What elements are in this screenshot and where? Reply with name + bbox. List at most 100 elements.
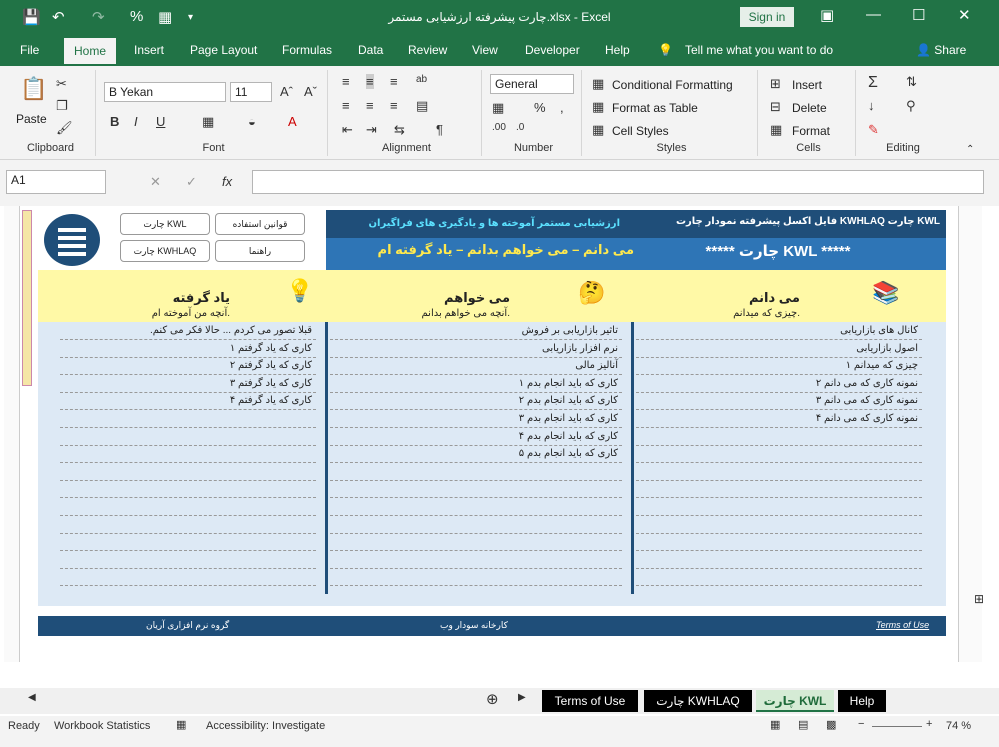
align-center-icon[interactable]: ≡ bbox=[366, 98, 374, 113]
insert-cells-icon[interactable]: ⊞ bbox=[770, 76, 781, 92]
tab-help[interactable]: Help bbox=[605, 43, 630, 57]
zoom-level[interactable]: 74 % bbox=[946, 720, 971, 732]
tab-home[interactable]: Home bbox=[64, 38, 117, 66]
learn-cell[interactable]: کاری که یاد گرفتم ۴ bbox=[60, 395, 312, 406]
learn-cell[interactable]: قبلا تصور می کردم ... حالا فکر می کنم. bbox=[60, 325, 312, 336]
sheet-tab-terms[interactable]: Terms of Use bbox=[542, 690, 638, 712]
tab-page-layout[interactable]: Page Layout bbox=[190, 43, 257, 57]
sort-filter-icon[interactable]: ⇅ bbox=[906, 74, 917, 90]
align-bottom-icon[interactable]: ≡ bbox=[390, 74, 398, 89]
share-button[interactable]: 👤 Share bbox=[916, 43, 966, 57]
sheet-tab-kwl[interactable]: چارت KWL bbox=[756, 690, 834, 712]
font-color-icon[interactable]: A bbox=[288, 114, 297, 129]
tab-review[interactable]: Review bbox=[408, 43, 447, 57]
font-name-select[interactable]: B Yekan bbox=[104, 82, 226, 102]
increase-decimal-icon[interactable]: .00 bbox=[492, 122, 506, 133]
left-scrollbar[interactable] bbox=[4, 206, 20, 662]
footer-terms-link[interactable]: Terms of Use bbox=[876, 620, 929, 630]
want-cell[interactable]: کاری که باید انجام بدم ۲ bbox=[330, 395, 618, 406]
decrease-decimal-icon[interactable]: .0 bbox=[516, 122, 524, 133]
know-cell[interactable]: کانال های بازاریابی bbox=[636, 325, 918, 336]
formula-input[interactable] bbox=[252, 170, 984, 194]
tab-view[interactable]: View bbox=[472, 43, 498, 57]
minimize-icon[interactable]: — bbox=[866, 6, 881, 23]
copy-icon[interactable]: ❐ bbox=[56, 98, 68, 114]
merge-icon[interactable]: ▤ bbox=[416, 98, 428, 114]
rules-button[interactable]: قوانین استفاده bbox=[215, 213, 305, 235]
cut-icon[interactable]: ✂ bbox=[56, 76, 67, 92]
know-cell[interactable]: نمونه کاری که می دانم ۲ bbox=[636, 378, 918, 389]
want-cell[interactable]: کاری که باید انجام بدم ۳ bbox=[330, 413, 618, 424]
italic-icon[interactable]: I bbox=[134, 114, 138, 129]
clear-icon[interactable]: ✎ bbox=[868, 122, 879, 138]
tab-formulas[interactable]: Formulas bbox=[282, 43, 332, 57]
format-cells-button[interactable]: Format bbox=[792, 124, 830, 138]
tab-file[interactable]: File bbox=[20, 43, 39, 57]
font-size-select[interactable]: 11 bbox=[230, 82, 272, 102]
tab-developer[interactable]: Developer bbox=[525, 43, 580, 57]
close-icon[interactable]: ✕ bbox=[958, 6, 971, 24]
insert-cells-button[interactable]: Insert bbox=[792, 78, 822, 92]
confirm-entry-icon[interactable]: ✓ bbox=[186, 174, 197, 190]
know-cell[interactable]: اصول بازاریابی bbox=[636, 343, 918, 354]
want-cell[interactable]: کاری که باید انجام بدم ۴ bbox=[330, 431, 618, 442]
currency-icon[interactable]: ▦ bbox=[492, 100, 504, 116]
paste-button[interactable]: Paste bbox=[16, 112, 47, 126]
indent-decrease-icon[interactable]: ⇤ bbox=[342, 122, 353, 138]
kwl-chart-button[interactable]: چارت KWL bbox=[120, 213, 210, 235]
learn-cell[interactable]: کاری که یاد گرفتم ۳ bbox=[60, 378, 312, 389]
paste-icon[interactable]: 📋 bbox=[20, 76, 47, 102]
insert-function-icon[interactable]: fx bbox=[222, 174, 232, 189]
fill-icon[interactable]: ↓ bbox=[868, 98, 875, 113]
conditional-formatting-icon[interactable]: ▦ bbox=[592, 76, 604, 92]
zoom-out-icon[interactable]: − bbox=[858, 718, 864, 730]
want-cell[interactable]: کاری که باید انجام بدم ۱ bbox=[330, 378, 618, 389]
grow-font-icon[interactable]: Aˆ bbox=[280, 84, 293, 99]
sheet-tab-help[interactable]: Help bbox=[838, 690, 886, 712]
format-cells-icon[interactable]: ▦ bbox=[770, 122, 782, 138]
tab-data[interactable]: Data bbox=[358, 43, 383, 57]
name-box[interactable]: A1 bbox=[6, 170, 106, 194]
shrink-font-icon[interactable]: Aˇ bbox=[304, 84, 317, 99]
want-cell[interactable]: نرم افزار بازاریابی bbox=[330, 343, 618, 354]
ribbon-display-icon[interactable]: ▣ bbox=[820, 6, 834, 24]
bold-icon[interactable]: B bbox=[110, 114, 119, 129]
page-layout-view-icon[interactable]: ▤ bbox=[798, 718, 808, 731]
conditional-formatting-button[interactable]: Conditional Formatting bbox=[612, 78, 733, 92]
know-cell[interactable]: نمونه کاری که می دانم ۴ bbox=[636, 413, 918, 424]
page-break-view-icon[interactable]: ▩ bbox=[826, 718, 836, 731]
orientation-icon[interactable]: ab bbox=[416, 74, 427, 85]
cell-styles-icon[interactable]: ▦ bbox=[592, 122, 604, 138]
align-right-icon[interactable]: ≡ bbox=[390, 98, 398, 113]
want-cell[interactable]: آنالیز مالی bbox=[330, 360, 618, 371]
tell-me-search[interactable]: Tell me what you want to do bbox=[685, 43, 833, 57]
learn-cell[interactable]: کاری که یاد گرفتم ۲ bbox=[60, 360, 312, 371]
want-cell[interactable]: کاری که باید انجام بدم ۵ bbox=[330, 448, 618, 459]
add-sheet-control-icon[interactable]: ⊞ bbox=[974, 592, 984, 606]
sheet-tab-kwhlaq[interactable]: چارت KWHLAQ bbox=[644, 690, 752, 712]
format-painter-icon[interactable]: 🖌 bbox=[56, 120, 73, 136]
learn-cell[interactable]: کاری که یاد گرفتم ۱ bbox=[60, 343, 312, 354]
text-direction-icon[interactable]: ⇆ bbox=[394, 122, 405, 138]
indent-increase-icon[interactable]: ⇥ bbox=[366, 122, 377, 138]
fill-color-icon[interactable]: ◒ bbox=[248, 114, 256, 129]
accessibility-status[interactable]: Accessibility: Investigate bbox=[206, 720, 325, 732]
zoom-slider[interactable] bbox=[872, 726, 922, 727]
border-icon[interactable]: ▦ bbox=[202, 114, 214, 130]
delete-cells-button[interactable]: Delete bbox=[792, 101, 827, 115]
cancel-entry-icon[interactable]: ✕ bbox=[150, 174, 161, 190]
align-middle-icon[interactable]: ≡ bbox=[366, 74, 374, 89]
kwhlaq-chart-button[interactable]: چارت KWHLAQ bbox=[120, 240, 210, 262]
maximize-icon[interactable]: ☐ bbox=[912, 6, 925, 24]
format-as-table-button[interactable]: Format as Table bbox=[612, 101, 698, 115]
align-left-icon[interactable]: ≡ bbox=[342, 98, 350, 113]
new-sheet-icon[interactable]: ⊕ bbox=[486, 690, 499, 708]
find-icon[interactable]: ⚲ bbox=[906, 98, 916, 114]
cell-styles-button[interactable]: Cell Styles bbox=[612, 124, 669, 138]
delete-cells-icon[interactable]: ⊟ bbox=[770, 99, 781, 115]
percent-style-icon[interactable]: % bbox=[534, 100, 546, 115]
zoom-in-icon[interactable]: + bbox=[926, 718, 932, 730]
know-cell[interactable]: نمونه کاری که می دانم ۳ bbox=[636, 395, 918, 406]
scroll-left-icon[interactable]: ◀ bbox=[28, 692, 36, 703]
want-cell[interactable]: تاثیر بازاریابی بر فروش bbox=[330, 325, 618, 336]
